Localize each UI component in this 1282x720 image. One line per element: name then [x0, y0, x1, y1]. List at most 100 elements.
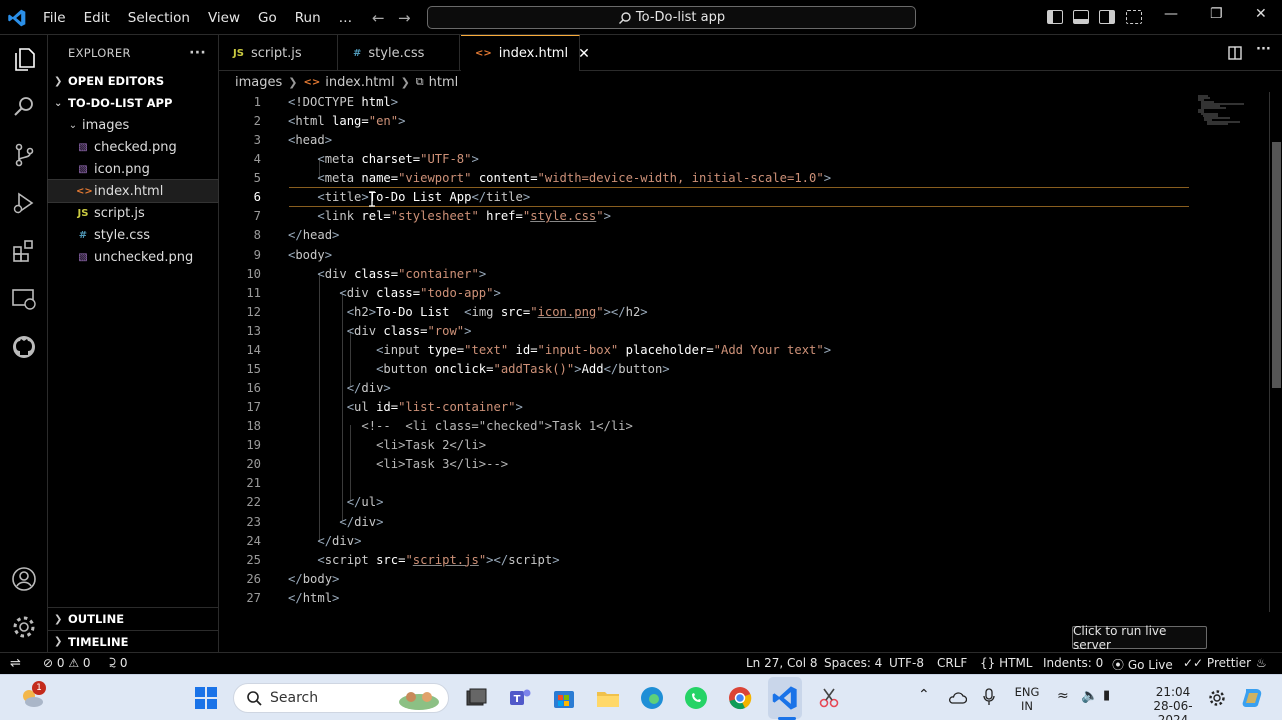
search-icon[interactable] [10, 93, 38, 121]
weather-widget[interactable]: 1 [18, 681, 46, 711]
menu-run[interactable]: Run [286, 10, 330, 26]
github-icon[interactable] [10, 333, 38, 361]
file-label: script.js [94, 205, 145, 221]
problems-indicator[interactable]: ⊘ 0 ⚠ 0 [43, 656, 91, 670]
taskbar-search[interactable]: Search [233, 683, 449, 713]
code-line: 12 <h2>To-Do List <img src="icon.png"></… [219, 303, 1219, 322]
more-actions-icon[interactable]: ··· [1256, 42, 1271, 57]
code-token: "en" [368, 114, 399, 129]
file-item-checked-png[interactable]: ▧ checked.png [48, 136, 218, 158]
menu-go[interactable]: Go [249, 10, 286, 26]
notifications-bell-icon[interactable]: ♨ [1256, 656, 1267, 670]
split-editor-icon[interactable] [1228, 46, 1242, 60]
account-icon[interactable] [10, 565, 38, 593]
back-arrow-icon[interactable]: ← [372, 9, 385, 27]
toggle-sidebar-icon[interactable] [1047, 10, 1063, 24]
remote-indicator-icon[interactable]: ⇌ [10, 656, 21, 671]
extensions-icon[interactable] [10, 237, 38, 265]
whatsapp-icon[interactable] [682, 684, 710, 712]
project-section[interactable]: ⌄ TO-DO-LIST APP [48, 92, 218, 114]
tab-style-css[interactable]: # style.css [339, 35, 460, 71]
toggle-panel-icon[interactable] [1073, 10, 1089, 24]
go-live-label: Go Live [1127, 658, 1173, 672]
code-token: To-Do List [376, 304, 465, 319]
js-file-icon: JS [233, 47, 244, 59]
scrollbar-thumb[interactable] [1272, 142, 1281, 388]
tab-script-js[interactable]: JS script.js [219, 35, 338, 71]
file-item-unchecked-png[interactable]: ▧ unchecked.png [48, 246, 218, 268]
language-mode[interactable]: {} HTML [980, 656, 1032, 670]
menu-edit[interactable]: Edit [75, 10, 119, 26]
breadcrumb-symbol[interactable]: html [429, 75, 459, 90]
menu-file[interactable]: File [34, 10, 75, 26]
file-explorer-icon[interactable] [594, 684, 622, 712]
vertical-scrollbar[interactable] [1269, 92, 1282, 612]
run-debug-icon[interactable] [10, 189, 38, 217]
settings-gear-icon[interactable] [1208, 689, 1226, 707]
open-editors-section[interactable]: ❯ OPEN EDITORS [48, 70, 218, 92]
explorer-more-icon[interactable]: ··· [189, 45, 206, 61]
windows-start-icon[interactable] [192, 684, 220, 712]
close-tab-icon[interactable]: ✕ [578, 46, 590, 62]
explorer-icon[interactable] [10, 45, 38, 73]
battery-icon[interactable]: ▮ [1103, 688, 1110, 703]
file-item-index-html[interactable]: <> index.html [47, 179, 219, 203]
close-window-icon[interactable]: ✕ [1255, 6, 1267, 22]
text-cursor-icon [369, 191, 375, 207]
menu-view[interactable]: View [199, 10, 249, 26]
remote-explorer-icon[interactable] [10, 285, 38, 313]
breadcrumb-folder[interactable]: images [235, 75, 282, 90]
onedrive-cloud-icon[interactable] [947, 690, 967, 704]
code-token: </ [339, 514, 355, 529]
edge-browser-icon[interactable] [638, 684, 666, 712]
input-language[interactable]: ENG IN [1013, 685, 1041, 713]
ports-indicator[interactable]: ⫈ 0 [109, 656, 127, 671]
wifi-icon[interactable]: ≈ [1057, 688, 1069, 704]
chevron-up-icon[interactable]: ⌃ [918, 687, 930, 703]
command-center-search[interactable]: To-Do-list app [427, 6, 916, 29]
chrome-icon[interactable] [726, 684, 754, 712]
breadcrumb-file[interactable]: index.html [325, 75, 394, 90]
restore-icon[interactable]: ❐ [1210, 6, 1223, 22]
tab-index-html[interactable]: <> index.html ✕ [461, 35, 590, 71]
indents-indicator[interactable]: Indents: 0 [1043, 656, 1103, 670]
settings-gear-icon[interactable] [10, 613, 38, 641]
go-live-button[interactable]: ⦿ Go Live [1112, 656, 1173, 673]
snipping-tool-icon[interactable] [815, 684, 843, 712]
source-control-icon[interactable] [10, 141, 38, 169]
forward-arrow-icon[interactable]: → [398, 9, 411, 27]
line-ending[interactable]: CRLF [937, 656, 967, 670]
code-token: !DOCTYPE [295, 95, 362, 109]
toggle-secondary-sidebar-icon[interactable] [1099, 10, 1115, 24]
code-line: 19 <li>Task 2</li> [219, 436, 1219, 455]
minimize-icon[interactable]: — [1164, 6, 1178, 22]
code-editor[interactable]: 1 <!DOCTYPE html> 2 <html lang="en"> 3 <head>… [219, 92, 1282, 612]
volume-icon[interactable]: 🔈 [1081, 688, 1098, 704]
system-clock[interactable]: 21:04 28-06-2024 [1142, 685, 1204, 720]
file-item-script-js[interactable]: JS script.js [48, 202, 218, 224]
folder-images[interactable]: ⌄ images [48, 114, 218, 136]
file-item-icon-png[interactable]: ▧ icon.png [48, 158, 218, 180]
vscode-taskbar-icon[interactable] [771, 684, 799, 712]
microsoft-store-icon[interactable] [550, 684, 578, 712]
menu-selection[interactable]: Selection [119, 10, 199, 26]
menu-more[interactable]: … [330, 10, 362, 26]
task-view-icon[interactable] [462, 684, 490, 712]
prettier-status[interactable]: ✓✓ Prettier [1183, 656, 1251, 670]
outline-section[interactable]: ❯ OUTLINE [48, 608, 219, 630]
code-token: </ [288, 571, 303, 586]
customize-layout-icon[interactable] [1126, 10, 1142, 24]
teams-icon[interactable]: T [506, 684, 534, 712]
indentation-spaces[interactable]: Spaces: 4 [824, 656, 882, 670]
file-encoding[interactable]: UTF-8 [889, 656, 924, 670]
image-file-icon: ▧ [78, 163, 88, 175]
timeline-section[interactable]: ❯ TIMELINE [48, 630, 219, 652]
file-item-style-css[interactable]: # style.css [48, 224, 218, 246]
microphone-icon[interactable] [983, 688, 995, 706]
copilot-icon[interactable] [1240, 685, 1266, 711]
minimap[interactable] [1196, 94, 1246, 134]
cursor-position[interactable]: Ln 27, Col 8 [746, 656, 818, 670]
